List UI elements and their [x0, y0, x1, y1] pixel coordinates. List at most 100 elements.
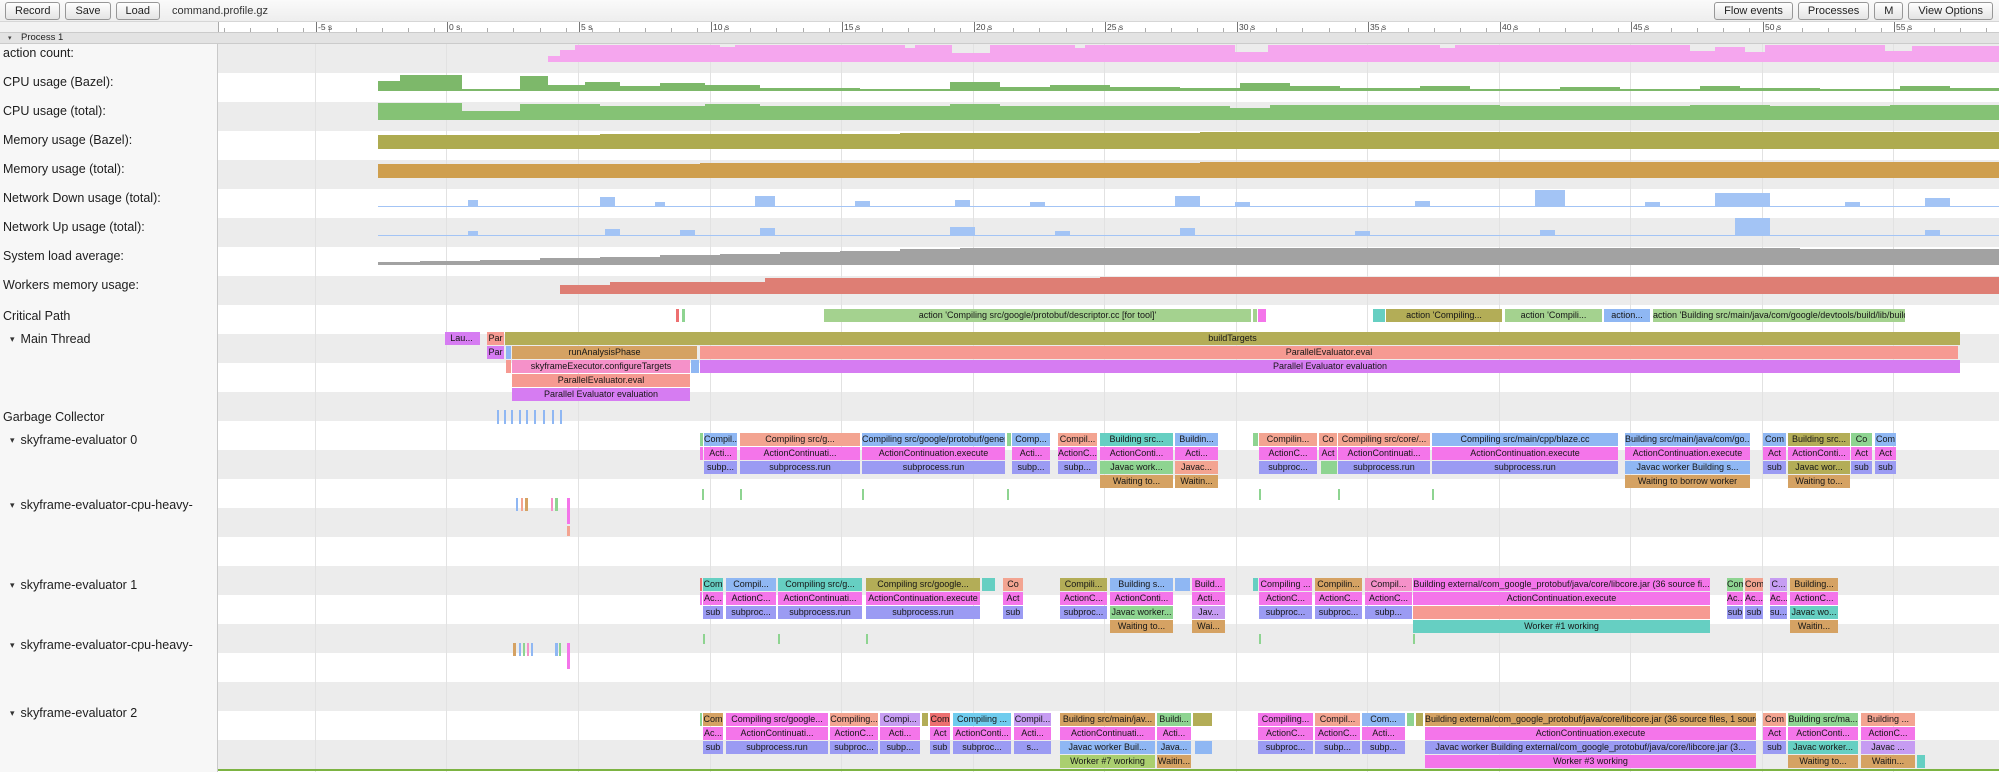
slice[interactable]: sub — [1003, 606, 1023, 619]
track-header-skyframe-evaluator-1[interactable]: ▾skyframe-evaluator 1 — [10, 578, 137, 593]
slice[interactable]: Waiting to... — [1100, 475, 1173, 488]
slice[interactable] — [1321, 461, 1337, 474]
slice[interactable]: Compil... — [1315, 713, 1360, 726]
slice[interactable]: action 'Compiling... — [1386, 309, 1502, 322]
slice[interactable]: ActionC... — [1365, 592, 1412, 605]
slice[interactable]: Waiting to... — [1110, 620, 1173, 633]
slice[interactable]: ActionContinuation.execute — [1625, 447, 1750, 460]
slice[interactable]: Compiling src/main/cpp/blaze.cc — [1432, 433, 1618, 446]
save-button[interactable]: Save — [65, 2, 110, 20]
slice[interactable]: ActionConti... — [1110, 592, 1173, 605]
slice[interactable] — [1407, 713, 1414, 726]
slice[interactable]: Waitin... — [1790, 620, 1838, 633]
slice[interactable]: subprocess.run — [1338, 461, 1430, 474]
slice[interactable] — [700, 447, 703, 460]
slice[interactable]: Javac work... — [1100, 461, 1173, 474]
slice[interactable]: ActionContinuati... — [778, 592, 862, 605]
slice[interactable]: Compiling src/google... — [726, 713, 828, 726]
track-header-main-thread[interactable]: ▾Main Thread — [10, 332, 90, 347]
slice[interactable]: Building src/ma... — [1788, 713, 1858, 726]
slice[interactable]: subproc... — [953, 741, 1011, 754]
slice[interactable]: Acti... — [1175, 447, 1218, 460]
slice[interactable]: Buildi... — [1157, 713, 1191, 726]
slice[interactable] — [477, 332, 480, 345]
slice[interactable]: Acti... — [1014, 727, 1051, 740]
slice[interactable]: ActionConti... — [1788, 727, 1858, 740]
slice[interactable] — [700, 592, 702, 605]
slice[interactable]: sub — [1763, 741, 1786, 754]
slice[interactable]: Waiting to... — [1788, 755, 1858, 768]
slice[interactable] — [700, 433, 703, 446]
slice[interactable]: Java... — [1157, 741, 1191, 754]
slice[interactable]: Ac... — [703, 727, 723, 740]
slice[interactable]: Javac worker Building s... — [1625, 461, 1750, 474]
slice[interactable]: Compiling ... — [1259, 578, 1312, 591]
slice[interactable]: Ac... — [1770, 592, 1787, 605]
slice[interactable]: Building src... — [1100, 433, 1173, 446]
slice[interactable]: su... — [1770, 606, 1787, 619]
slice[interactable] — [1253, 578, 1258, 591]
slice[interactable]: Compil... — [726, 578, 776, 591]
slice[interactable]: subproc... — [1315, 606, 1362, 619]
slice[interactable]: Compiling... — [830, 713, 878, 726]
slice[interactable]: Act — [1763, 727, 1786, 740]
slice[interactable]: ActionContinuation.execute — [1413, 592, 1710, 605]
slice[interactable]: Building s... — [1110, 578, 1173, 591]
slice[interactable]: Act — [1003, 592, 1023, 605]
slice[interactable]: Jav... — [1192, 606, 1225, 619]
slice[interactable]: Acti... — [704, 447, 737, 460]
slice[interactable]: Worker #3 working — [1425, 755, 1756, 768]
slice[interactable]: action... — [1604, 309, 1650, 322]
slice[interactable] — [1416, 713, 1423, 726]
slice[interactable]: sub — [1727, 606, 1743, 619]
slice[interactable]: ActionC... — [1058, 447, 1097, 460]
slice[interactable]: ActionC... — [1060, 592, 1107, 605]
slice[interactable]: ActionC... — [1790, 592, 1838, 605]
slice[interactable]: Javac worker... — [1788, 741, 1858, 754]
slice[interactable]: Com — [1745, 578, 1763, 591]
record-button[interactable]: Record — [5, 2, 60, 20]
slice[interactable]: subp... — [880, 741, 920, 754]
slice[interactable]: Building external/com_google_protobuf/ja… — [1413, 578, 1710, 591]
slice[interactable]: Waitin... — [1157, 755, 1191, 768]
slice[interactable]: ActionContinuati... — [740, 447, 860, 460]
slice[interactable] — [700, 578, 702, 591]
slice[interactable]: subprocess.run — [862, 461, 1005, 474]
slice[interactable]: Waiting to... — [1788, 475, 1850, 488]
flow-events-button[interactable]: Flow events — [1714, 2, 1793, 20]
slice[interactable] — [1917, 755, 1925, 768]
slice[interactable]: ActionC... — [1259, 447, 1317, 460]
slice[interactable]: Javac worker... — [1110, 606, 1173, 619]
slice[interactable]: subproc... — [1259, 606, 1312, 619]
slice[interactable]: Compiling src/google/protobuf/generat... — [862, 433, 1005, 446]
slice[interactable]: subp... — [1365, 606, 1412, 619]
slice[interactable]: Waiting to borrow worker — [1625, 475, 1750, 488]
slice[interactable]: Compiling src/google... — [866, 578, 980, 591]
slice[interactable]: Act — [1851, 447, 1872, 460]
slice[interactable]: Building src/main/jav... — [1060, 713, 1155, 726]
slice[interactable]: subproc... — [830, 741, 878, 754]
slice[interactable]: Com — [703, 578, 723, 591]
slice[interactable]: sub — [1875, 461, 1896, 474]
track-header-skyframe-evaluator-2[interactable]: ▾skyframe-evaluator 2 — [10, 706, 137, 721]
slice[interactable]: Building src... — [1788, 433, 1850, 446]
slice[interactable] — [1253, 433, 1258, 446]
slice[interactable]: buildTargets — [505, 332, 1960, 345]
slice[interactable]: subprocess.run — [726, 741, 828, 754]
slice[interactable]: Javac worker Building external/com_googl… — [1425, 741, 1756, 754]
slice[interactable]: Act — [1875, 447, 1896, 460]
view-options-button[interactable]: View Options — [1908, 2, 1993, 20]
slice[interactable]: Compilin... — [1259, 433, 1317, 446]
slice[interactable] — [1193, 713, 1212, 726]
slice[interactable]: Compiling... — [1258, 713, 1313, 726]
slice[interactable]: Waitin... — [1175, 475, 1218, 488]
track-header-skyframe-evaluator-cpu-heavy[interactable]: ▾skyframe-evaluator-cpu-heavy- — [10, 638, 193, 653]
slice[interactable]: Javac worker Buil... — [1060, 741, 1155, 754]
slice[interactable]: Co — [1003, 578, 1023, 591]
slice[interactable]: Compiling src/g... — [740, 433, 860, 446]
slice[interactable]: Acti... — [1362, 727, 1405, 740]
slice[interactable]: Co — [1851, 433, 1872, 446]
slice[interactable]: subprocess.run — [866, 606, 980, 619]
slice[interactable]: sub — [1851, 461, 1872, 474]
slice[interactable]: Acti... — [1012, 447, 1050, 460]
